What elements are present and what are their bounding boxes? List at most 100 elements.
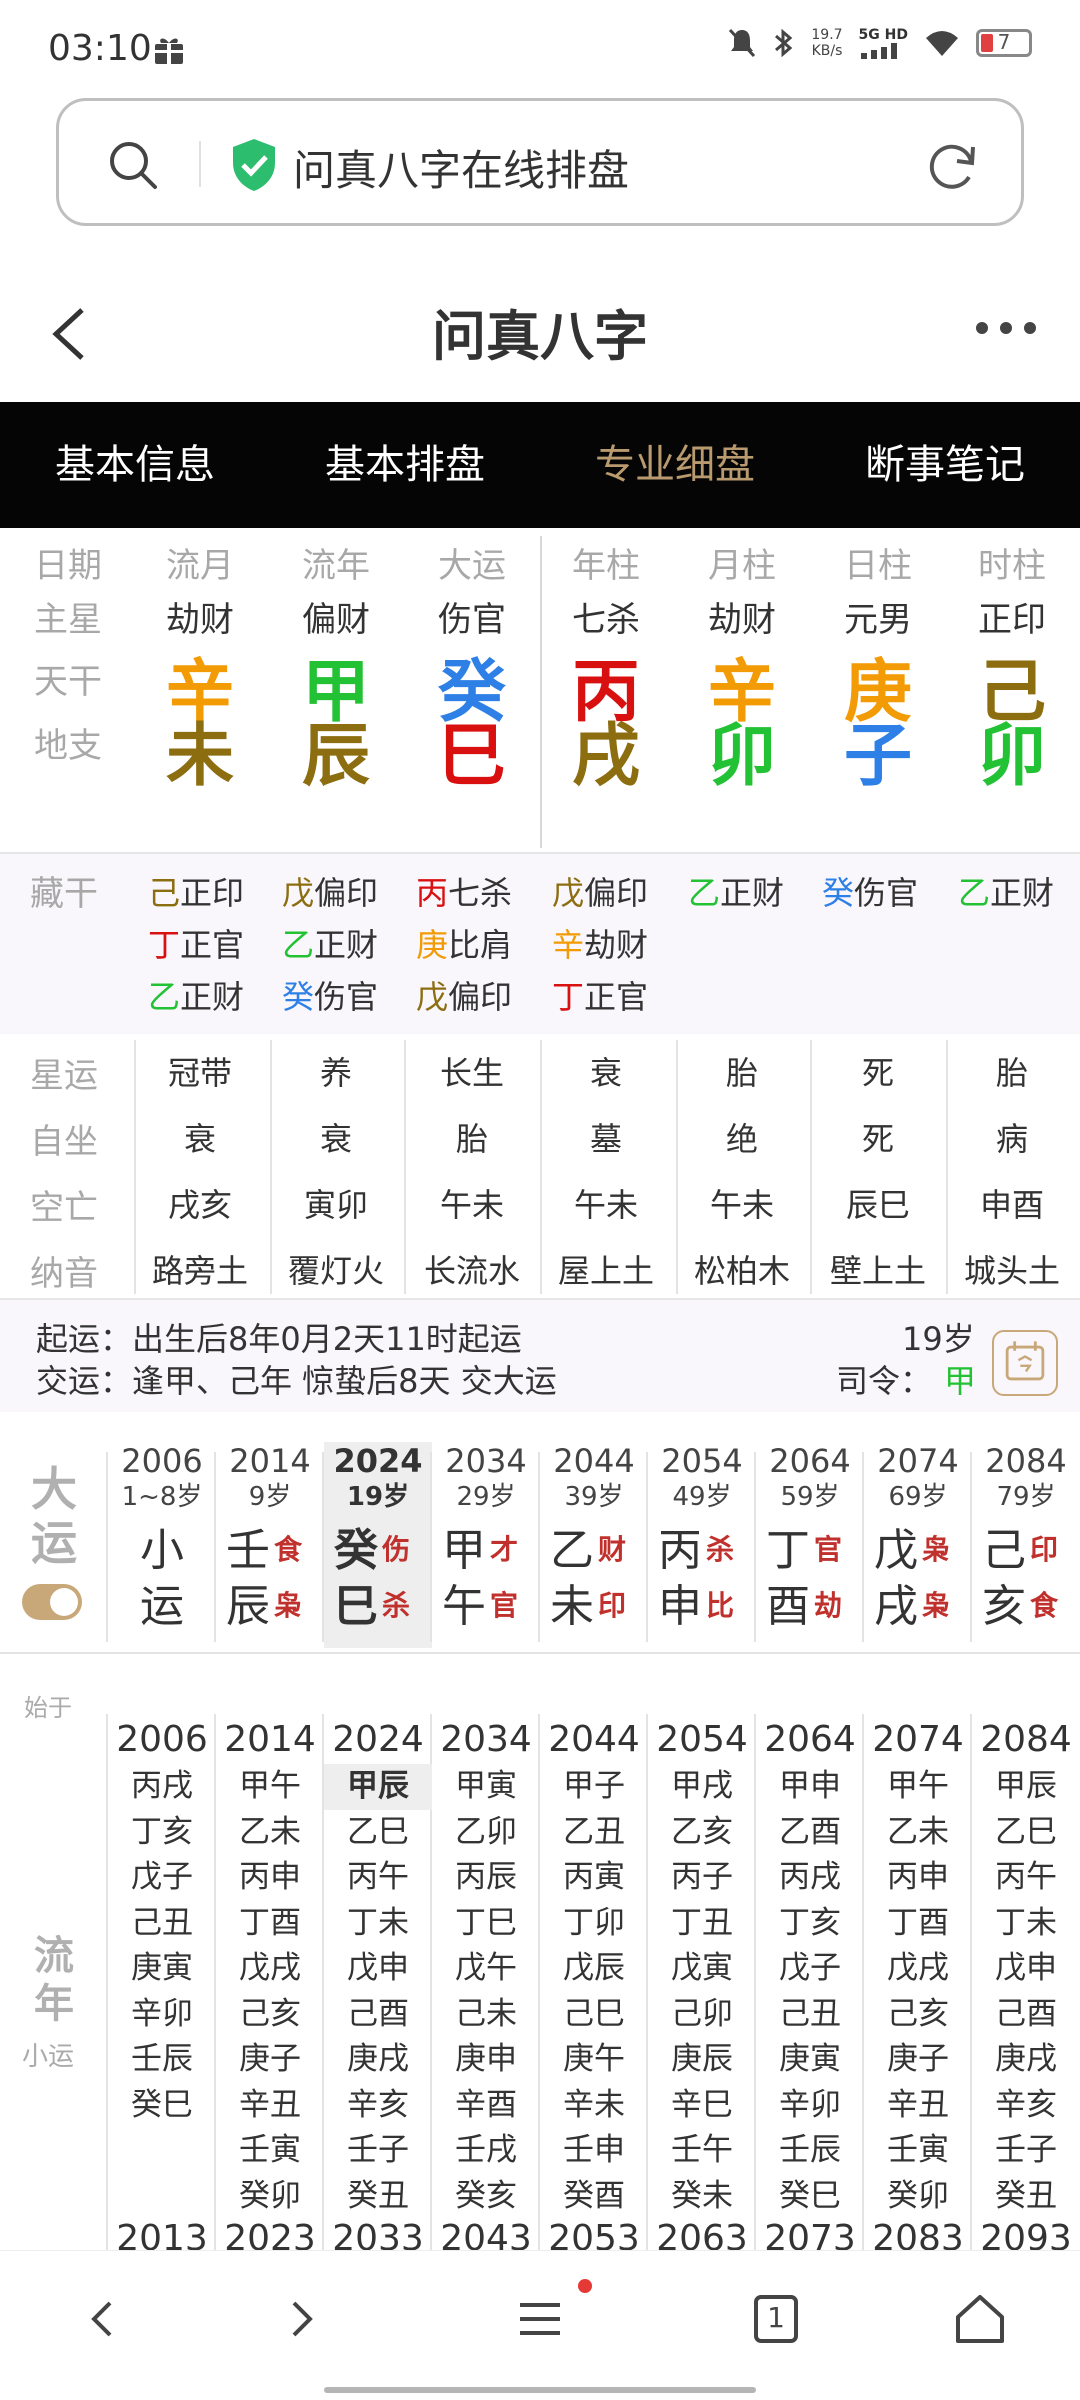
liunian-item[interactable]: 壬辰 [108, 2037, 216, 2083]
liunian-item[interactable]: 甲申 [756, 1764, 864, 1810]
liunian-item[interactable]: 乙卯 [432, 1810, 540, 1856]
dayun-item[interactable]: 2006 1~8岁小运 [108, 1442, 216, 1648]
liunian-item[interactable]: 壬戌 [432, 2128, 540, 2174]
liunian-item[interactable]: 辛巳 [648, 2083, 756, 2129]
liunian-item[interactable]: 己卯 [648, 1992, 756, 2038]
address-bar[interactable]: 问真八字在线排盘 [56, 98, 1024, 226]
liunian-item[interactable]: 辛酉 [432, 2083, 540, 2129]
liunian-item[interactable]: 戊戌 [864, 1946, 972, 1992]
liunian-item[interactable]: 甲辰 [324, 1764, 432, 1810]
back-icon[interactable] [72, 2289, 132, 2349]
liunian-item[interactable]: 己亥 [864, 1992, 972, 2038]
liunian-item[interactable]: 丁酉 [864, 1901, 972, 1947]
liunian-item[interactable]: 丙辰 [432, 1855, 540, 1901]
dayun-item[interactable]: 2074 69岁戊枭戌枭 [864, 1442, 972, 1648]
liunian-item[interactable]: 庚戌 [324, 2037, 432, 2083]
menu-icon[interactable] [510, 2289, 570, 2349]
liunian-item[interactable]: 壬寅 [864, 2128, 972, 2174]
liunian-item[interactable]: 戊子 [108, 1855, 216, 1901]
dayun-item[interactable]: 2084 79岁己印亥食 [972, 1442, 1080, 1648]
liunian-item[interactable]: 乙未 [216, 1810, 324, 1856]
liunian-item[interactable]: 壬子 [324, 2128, 432, 2174]
liunian-year[interactable]: 2084 [972, 1716, 1080, 1764]
search-icon[interactable] [107, 139, 159, 191]
liunian-item[interactable]: 癸丑 [972, 2174, 1080, 2220]
liunian-item[interactable]: 庚申 [432, 2037, 540, 2083]
liunian-item[interactable]: 甲戌 [648, 1764, 756, 1810]
liunian-item[interactable]: 壬子 [972, 2128, 1080, 2174]
liunian-item[interactable]: 癸卯 [216, 2174, 324, 2220]
liunian-item[interactable]: 辛丑 [864, 2083, 972, 2129]
liunian-item[interactable]: 甲午 [216, 1764, 324, 1810]
liunian-item[interactable]: 丙子 [648, 1855, 756, 1901]
liunian-item[interactable]: 甲辰 [972, 1764, 1080, 1810]
liunian-item[interactable]: 癸酉 [540, 2174, 648, 2220]
liunian-item[interactable]: 戊辰 [540, 1946, 648, 1992]
dayun-item[interactable]: 2014 9岁壬食辰枭 [216, 1442, 324, 1648]
liunian-item[interactable]: 丁亥 [756, 1901, 864, 1947]
liunian-item[interactable]: 乙未 [864, 1810, 972, 1856]
liunian-item[interactable]: 戊申 [972, 1946, 1080, 1992]
tab-basic-info[interactable]: 基本信息 [0, 402, 270, 528]
liunian-item[interactable]: 辛亥 [324, 2083, 432, 2129]
liunian-item[interactable]: 辛亥 [972, 2083, 1080, 2129]
liunian-item[interactable]: 己未 [432, 1992, 540, 2038]
liunian-item[interactable]: 戊戌 [216, 1946, 324, 1992]
liunian-item[interactable]: 庚子 [864, 2037, 972, 2083]
liunian-item[interactable]: 己酉 [324, 1992, 432, 2038]
liunian-year[interactable]: 2054 [648, 1716, 756, 1764]
liunian-item[interactable]: 己丑 [108, 1901, 216, 1947]
liunian-year[interactable]: 2044 [540, 1716, 648, 1764]
liunian-item[interactable]: 乙丑 [540, 1810, 648, 1856]
liunian-item[interactable]: 丁酉 [216, 1901, 324, 1947]
calendar-icon[interactable] [992, 1330, 1058, 1396]
liunian-item[interactable]: 戊子 [756, 1946, 864, 1992]
liunian-year[interactable]: 2014 [216, 1716, 324, 1764]
liunian-item[interactable]: 乙亥 [648, 1810, 756, 1856]
dayun-toggle[interactable] [22, 1584, 82, 1620]
liunian-item[interactable]: 庚寅 [108, 1946, 216, 1992]
liunian-item[interactable]: 己巳 [540, 1992, 648, 2038]
liunian-item[interactable]: 丁未 [324, 1901, 432, 1947]
liunian-item[interactable]: 庚辰 [648, 2037, 756, 2083]
reload-icon[interactable] [925, 139, 979, 193]
liunian-item[interactable]: 甲午 [864, 1764, 972, 1810]
dayun-item[interactable]: 2054 49岁丙杀申比 [648, 1442, 756, 1648]
liunian-item[interactable]: 丙申 [864, 1855, 972, 1901]
liunian-item[interactable]: 戊申 [324, 1946, 432, 1992]
liunian-item[interactable]: 丁卯 [540, 1901, 648, 1947]
tab-basic-chart[interactable]: 基本排盘 [270, 402, 540, 528]
liunian-item[interactable]: 戊寅 [648, 1946, 756, 1992]
liunian-item[interactable]: 甲寅 [432, 1764, 540, 1810]
liunian-item[interactable]: 丁巳 [432, 1901, 540, 1947]
liunian-item[interactable]: 丙申 [216, 1855, 324, 1901]
liunian-item[interactable]: 丁丑 [648, 1901, 756, 1947]
liunian-item[interactable]: 辛卯 [108, 1992, 216, 2038]
liunian-item[interactable]: 丙午 [972, 1855, 1080, 1901]
liunian-item[interactable]: 辛未 [540, 2083, 648, 2129]
liunian-item[interactable]: 己亥 [216, 1992, 324, 2038]
liunian-item[interactable]: 丙寅 [540, 1855, 648, 1901]
liunian-item[interactable]: 丙戌 [108, 1764, 216, 1810]
liunian-item[interactable]: 辛丑 [216, 2083, 324, 2129]
liunian-item[interactable]: 戊午 [432, 1946, 540, 1992]
liunian-year[interactable]: 2006 [108, 1716, 216, 1764]
liunian-item[interactable]: 壬辰 [756, 2128, 864, 2174]
liunian-item[interactable]: 庚午 [540, 2037, 648, 2083]
more-icon[interactable] [974, 318, 1038, 338]
dayun-item[interactable]: 2034 29岁甲才午官 [432, 1442, 540, 1648]
liunian-item[interactable]: 癸未 [648, 2174, 756, 2220]
liunian-year[interactable]: 2024 [324, 1716, 432, 1764]
liunian-item[interactable]: 己酉 [972, 1992, 1080, 2038]
forward-icon[interactable] [272, 2289, 332, 2349]
liunian-year[interactable]: 2074 [864, 1716, 972, 1764]
liunian-year[interactable]: 2064 [756, 1716, 864, 1764]
liunian-item[interactable]: 癸巳 [108, 2083, 216, 2129]
liunian-item[interactable]: 乙酉 [756, 1810, 864, 1856]
liunian-item[interactable]: 丁未 [972, 1901, 1080, 1947]
liunian-item[interactable]: 丙午 [324, 1855, 432, 1901]
tab-notes[interactable]: 断事笔记 [810, 402, 1080, 528]
home-icon[interactable] [950, 2289, 1010, 2349]
liunian-item[interactable]: 己丑 [756, 1992, 864, 2038]
liunian-year[interactable]: 2034 [432, 1716, 540, 1764]
